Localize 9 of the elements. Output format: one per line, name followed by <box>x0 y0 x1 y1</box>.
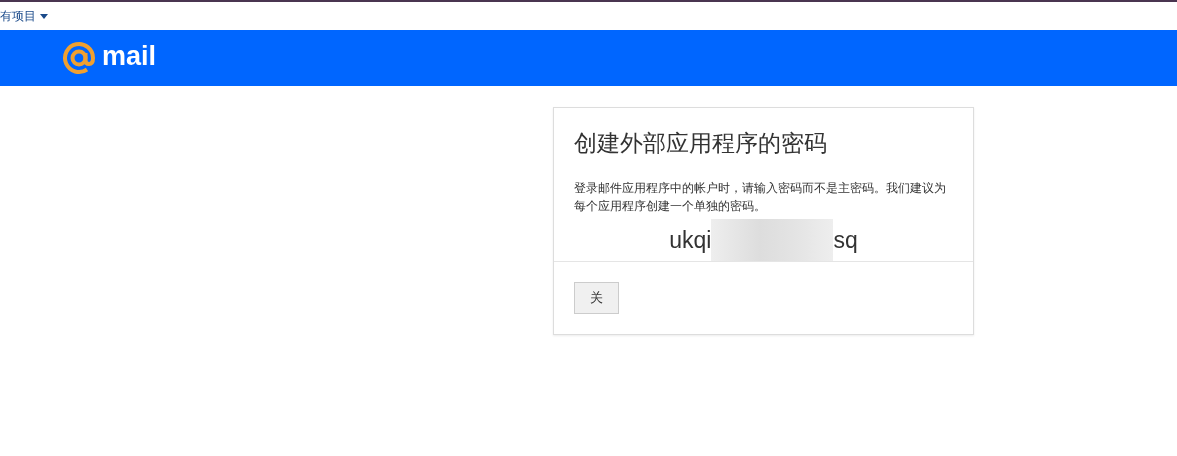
caret-icon <box>40 13 48 19</box>
menu-link[interactable]: 有项目 <box>0 7 48 25</box>
dialog-description: 登录邮件应用程序中的帐户时，请输入密码而不是主密码。我们建议为每个应用程序创建一个单独的密码。 <box>574 180 947 215</box>
at-logo-icon <box>62 41 96 75</box>
logo-text: mail <box>102 40 157 72</box>
password-text: ukqi <box>669 226 712 254</box>
password-text: sq <box>833 226 858 254</box>
dialog-title: 创建外部应用程序的密码 <box>574 129 828 158</box>
close-button[interactable]: 关 <box>574 282 619 314</box>
